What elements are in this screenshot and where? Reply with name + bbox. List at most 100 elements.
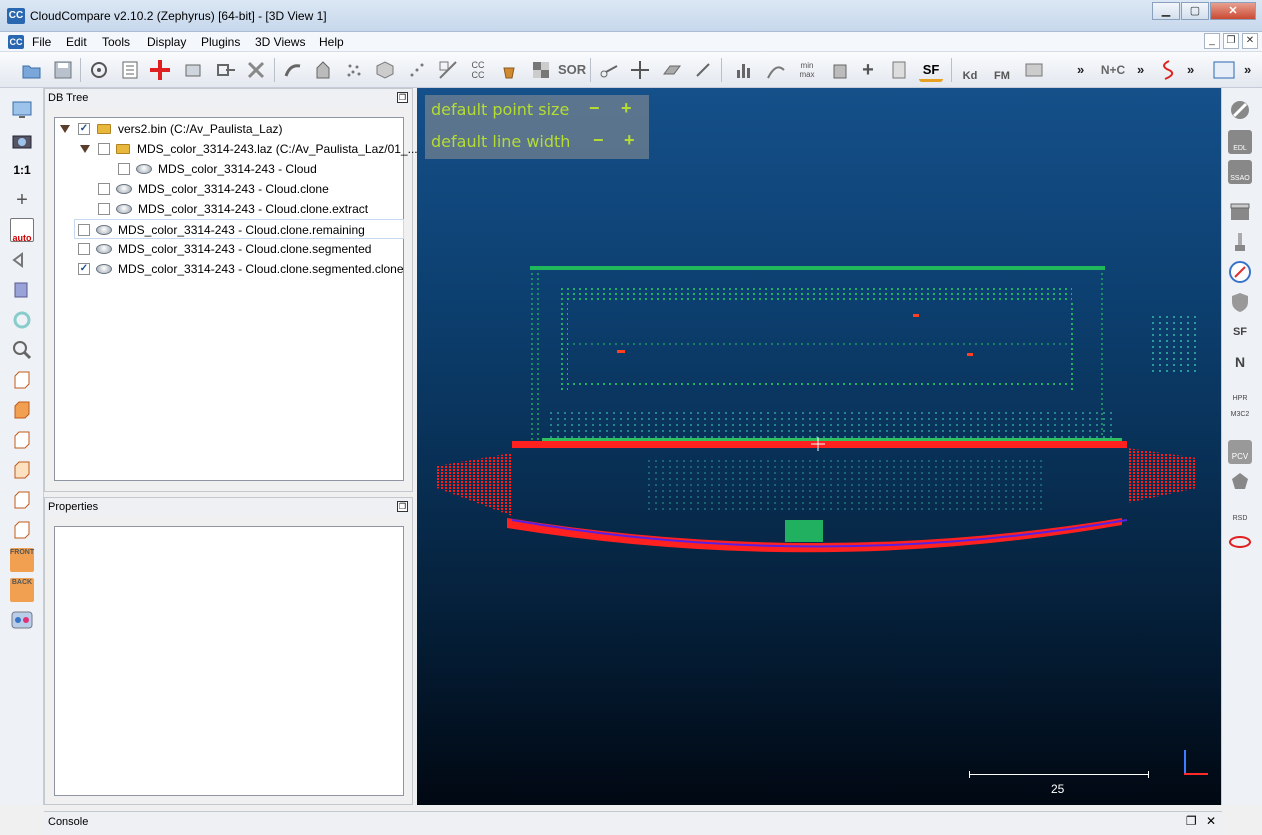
line-width-minus-button[interactable]: − bbox=[593, 130, 604, 151]
subsample-icon[interactable] bbox=[342, 58, 366, 82]
db-tree-float-button[interactable]: ❐ bbox=[397, 92, 408, 103]
toolbar-more-button[interactable]: » bbox=[1077, 62, 1084, 77]
add-point-icon[interactable] bbox=[148, 58, 172, 82]
toolbar-more-button-3[interactable]: » bbox=[1187, 62, 1194, 77]
visibility-checkbox[interactable] bbox=[118, 163, 130, 175]
visibility-checkbox[interactable] bbox=[98, 143, 110, 155]
tree-row-selected[interactable]: MDS_color_3314-243 - Cloud.clone.remaini… bbox=[74, 219, 404, 239]
compass-icon[interactable] bbox=[1228, 260, 1252, 284]
image-icon[interactable] bbox=[1022, 58, 1046, 82]
m3c2-icon[interactable]: M3C2 bbox=[1228, 410, 1252, 434]
perspective-icon[interactable] bbox=[10, 248, 34, 272]
delete-icon[interactable] bbox=[244, 58, 268, 82]
visibility-checkbox[interactable]: ✓ bbox=[78, 123, 90, 135]
mdi-minimize-button[interactable]: _ bbox=[1204, 33, 1220, 49]
close-button[interactable]: ✕ bbox=[1210, 2, 1256, 20]
menu-plugins[interactable]: Plugins bbox=[201, 35, 240, 49]
camera-icon[interactable] bbox=[10, 128, 34, 152]
pivot-icon[interactable]: + bbox=[10, 188, 34, 212]
properties-table[interactable] bbox=[54, 526, 404, 796]
sor-icon[interactable]: SOR bbox=[558, 58, 586, 82]
display-icon[interactable] bbox=[10, 98, 34, 122]
menu-tools[interactable]: Tools bbox=[102, 35, 130, 49]
normals-icon[interactable] bbox=[405, 58, 429, 82]
mesh-icon[interactable] bbox=[373, 58, 397, 82]
tree-row[interactable]: ✓ vers2.bin (C:/Av_Paulista_Laz) bbox=[55, 119, 403, 139]
left-view-icon[interactable] bbox=[10, 428, 34, 452]
right-view-icon[interactable] bbox=[10, 488, 34, 512]
tree-row[interactable]: MDS_color_3314-243 - Cloud.clone bbox=[55, 179, 403, 199]
menu-3d-views[interactable]: 3D Views bbox=[255, 35, 305, 49]
rotation-icon[interactable] bbox=[10, 308, 34, 332]
visibility-checkbox[interactable] bbox=[78, 243, 90, 255]
brush-icon[interactable] bbox=[1228, 230, 1252, 254]
list-icon[interactable] bbox=[118, 58, 142, 82]
tree-row[interactable]: MDS_color_3314-243 - Cloud.clone.segment… bbox=[55, 239, 403, 259]
top-view-icon[interactable] bbox=[10, 368, 34, 392]
save-icon[interactable] bbox=[51, 58, 75, 82]
document-icon[interactable]: CC bbox=[8, 35, 24, 49]
zoom-icon[interactable] bbox=[10, 338, 34, 362]
minmax-icon[interactable]: min max bbox=[795, 58, 819, 82]
kd-icon[interactable]: Kd bbox=[958, 58, 982, 82]
mdi-close-button[interactable]: ✕ bbox=[1242, 33, 1258, 49]
move-icon[interactable] bbox=[281, 58, 305, 82]
histogram-icon[interactable] bbox=[732, 58, 756, 82]
auto-pivot-icon[interactable]: auto bbox=[10, 218, 34, 243]
sf-gradient-icon[interactable] bbox=[764, 58, 788, 82]
db-tree-list[interactable]: ✓ vers2.bin (C:/Av_Paulista_Laz) MDS_col… bbox=[54, 117, 418, 481]
front-view-icon[interactable] bbox=[10, 398, 34, 422]
polygon-icon[interactable] bbox=[1228, 470, 1252, 494]
properties-float-button[interactable]: ❐ bbox=[397, 501, 408, 512]
toolbar-more-button-2[interactable]: » bbox=[1137, 62, 1144, 77]
crop-icon[interactable] bbox=[181, 58, 205, 82]
point-size-plus-button[interactable]: + bbox=[621, 98, 632, 119]
one-to-one-icon[interactable]: 1:1 bbox=[10, 158, 34, 182]
rsd-icon[interactable]: RSD bbox=[1228, 500, 1252, 524]
expand-arrow-icon[interactable] bbox=[80, 145, 90, 153]
export-icon[interactable] bbox=[214, 58, 238, 82]
iso-front-icon[interactable]: FRONT bbox=[10, 548, 34, 572]
edl-icon[interactable]: EDL bbox=[1228, 130, 1252, 154]
menu-display[interactable]: Display bbox=[147, 35, 186, 49]
back-view-icon[interactable] bbox=[10, 458, 34, 482]
menu-edit[interactable]: Edit bbox=[66, 35, 87, 49]
scissors-icon[interactable] bbox=[597, 58, 621, 82]
maximize-button[interactable]: ▢ bbox=[1181, 2, 1209, 20]
line-width-plus-button[interactable]: + bbox=[624, 130, 635, 151]
segment-icon[interactable] bbox=[311, 58, 335, 82]
octree-icon[interactable] bbox=[436, 58, 460, 82]
light-icon[interactable] bbox=[10, 278, 34, 302]
mdi-restore-button[interactable]: ❐ bbox=[1223, 33, 1239, 49]
visibility-checkbox[interactable] bbox=[98, 183, 110, 195]
menu-help[interactable]: Help bbox=[319, 35, 344, 49]
iso-back-icon[interactable]: BACK bbox=[10, 578, 34, 602]
minimize-button[interactable]: ▁ bbox=[1152, 2, 1180, 20]
console-float-button[interactable]: ❐ bbox=[1186, 814, 1197, 828]
pcv-icon[interactable]: PCV bbox=[1228, 440, 1252, 464]
point-size-minus-button[interactable]: − bbox=[589, 98, 600, 119]
visibility-checkbox[interactable]: ✓ bbox=[78, 263, 90, 275]
visibility-checkbox[interactable] bbox=[78, 224, 90, 236]
clapper-icon[interactable] bbox=[1228, 200, 1252, 224]
bucket-icon[interactable] bbox=[497, 58, 521, 82]
translate-icon[interactable] bbox=[628, 58, 652, 82]
pin-icon[interactable] bbox=[691, 58, 715, 82]
trash-icon[interactable] bbox=[828, 58, 852, 82]
curve-icon[interactable] bbox=[1155, 58, 1179, 82]
hpr-icon[interactable]: HPR bbox=[1228, 380, 1252, 404]
canupo-icon[interactable] bbox=[1212, 58, 1236, 82]
calculator-icon[interactable] bbox=[887, 58, 911, 82]
plus-icon[interactable]: + bbox=[856, 58, 880, 82]
no-entry-icon[interactable] bbox=[1228, 98, 1252, 122]
tree-row[interactable]: MDS_color_3314-243.laz (C:/Av_Paulista_L… bbox=[55, 139, 418, 159]
stereo-icon[interactable] bbox=[10, 608, 34, 632]
fm-icon[interactable]: FM bbox=[990, 58, 1014, 82]
expand-arrow-icon[interactable] bbox=[60, 125, 70, 133]
n-c-icon[interactable]: N+C bbox=[1098, 58, 1128, 82]
toolbar-more-button-4[interactable]: » bbox=[1244, 62, 1251, 77]
tree-row[interactable]: MDS_color_3314-243 - Cloud bbox=[55, 159, 403, 179]
compute-cc-icon[interactable]: CC CC bbox=[466, 58, 490, 82]
console-close-button[interactable]: ✕ bbox=[1206, 814, 1216, 828]
3d-view[interactable]: default point size − + default line widt… bbox=[417, 88, 1221, 805]
